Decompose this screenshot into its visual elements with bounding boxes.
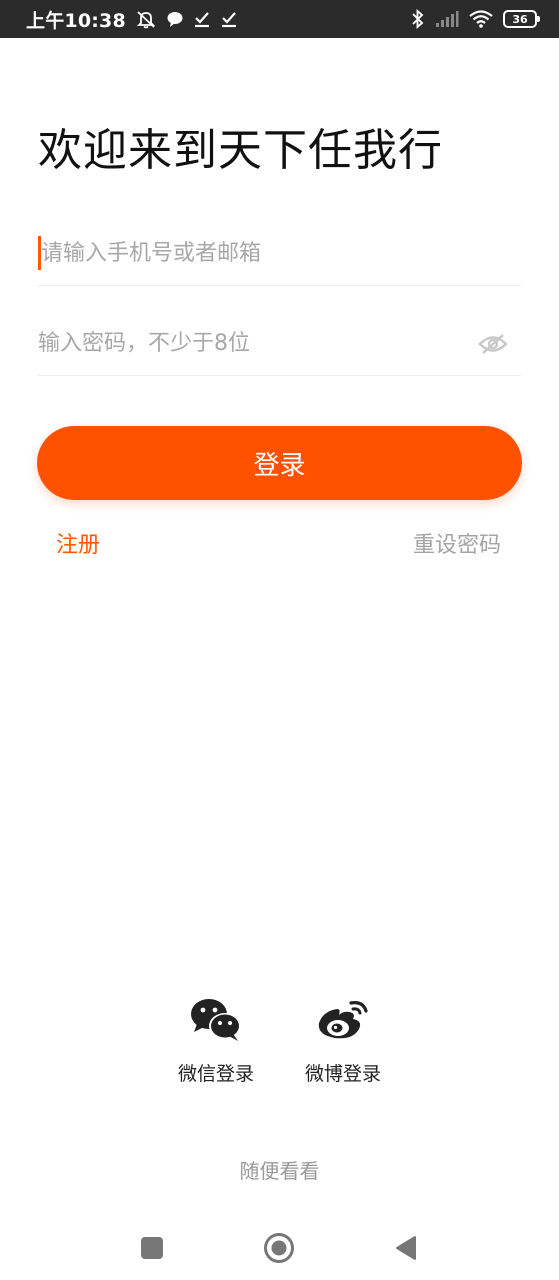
recents-square-icon[interactable] bbox=[132, 1228, 172, 1268]
status-left: 上午10:38 bbox=[26, 6, 238, 33]
phone-email-field bbox=[38, 222, 521, 286]
check-download-icon bbox=[193, 10, 211, 28]
bluetooth-icon bbox=[411, 9, 425, 29]
reset-password-link[interactable]: 重设密码 bbox=[413, 527, 501, 559]
weibo-login-label: 微博登录 bbox=[304, 1063, 381, 1085]
status-bar: 上午10:38 36 bbox=[0, 0, 559, 38]
login-screen: 上午10:38 36 欢迎来到天下任我行 请输入手机号或者邮箱 登录 注册 重设… bbox=[0, 0, 559, 1280]
wechat-icon bbox=[188, 995, 244, 1045]
status-right: 36 bbox=[411, 9, 540, 29]
login-button[interactable]: 登录 bbox=[37, 426, 522, 500]
text-caret bbox=[38, 236, 41, 270]
browse-as-guest-link[interactable]: 随便看看 bbox=[0, 1155, 559, 1184]
eye-hidden-icon[interactable] bbox=[477, 330, 509, 358]
wifi-icon bbox=[469, 10, 493, 28]
battery-icon: 36 bbox=[503, 10, 540, 28]
wechat-login-label: 微信登录 bbox=[177, 1063, 254, 1085]
welcome-title: 欢迎来到天下任我行 bbox=[38, 125, 443, 176]
signal-icon bbox=[435, 10, 459, 28]
navigation-bar bbox=[0, 1212, 559, 1280]
register-link[interactable]: 注册 bbox=[56, 527, 100, 559]
status-time: 上午10:38 bbox=[26, 9, 126, 32]
mute-bell-icon bbox=[135, 9, 157, 29]
wechat-login-button[interactable]: 微信登录 bbox=[172, 995, 260, 1086]
back-triangle-icon[interactable] bbox=[386, 1228, 426, 1268]
battery-level: 36 bbox=[512, 12, 528, 26]
check-download-icon bbox=[220, 10, 238, 28]
phone-email-input[interactable] bbox=[38, 222, 521, 285]
weibo-icon bbox=[315, 995, 371, 1045]
password-field bbox=[38, 312, 521, 376]
weibo-login-button[interactable]: 微博登录 bbox=[299, 995, 387, 1086]
home-circle-icon[interactable] bbox=[259, 1228, 299, 1268]
password-input[interactable] bbox=[38, 312, 521, 375]
chat-bubble-icon bbox=[166, 10, 184, 28]
